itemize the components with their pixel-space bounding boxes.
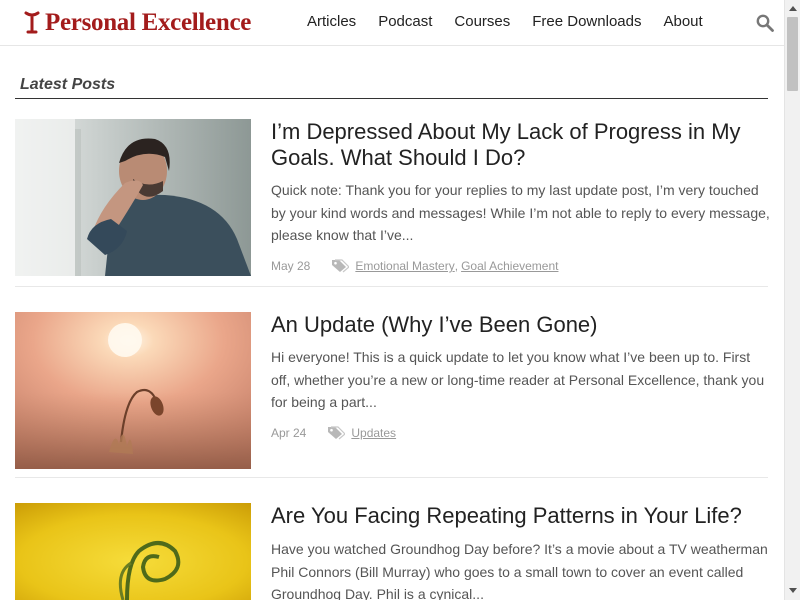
post-card: An Update (Why I’ve Been Gone) Hi everyo… — [15, 312, 768, 469]
logo-mark-icon — [24, 11, 40, 34]
post-divider — [15, 286, 768, 287]
category-link[interactable]: Updates — [351, 426, 396, 440]
post-divider — [15, 477, 768, 478]
nav-podcast[interactable]: Podcast — [378, 13, 432, 31]
main-nav: Articles Podcast Courses Free Downloads … — [296, 13, 714, 31]
search-icon[interactable] — [756, 14, 774, 32]
post-date: Apr 24 — [271, 426, 307, 440]
nav-articles[interactable]: Articles — [307, 13, 356, 31]
post-excerpt: Hi everyone! This is a quick update to l… — [271, 349, 765, 410]
post-title-link[interactable]: Are You Facing Repeating Patterns in You… — [271, 503, 768, 529]
tag-icon — [328, 426, 346, 440]
scroll-up-arrow-icon[interactable] — [789, 6, 797, 11]
category-link[interactable]: Emotional Mastery — [355, 259, 454, 273]
page-scrollbar[interactable] — [784, 0, 800, 600]
post-title-link[interactable]: An Update (Why I’ve Been Gone) — [271, 312, 768, 338]
site-header: Personal Excellence Articles Podcast Cou… — [0, 0, 784, 46]
nav-about[interactable]: About — [663, 13, 702, 31]
site-name: Personal Excellence — [45, 9, 252, 36]
post-title-link[interactable]: I’m Depressed About My Lack of Progress … — [271, 119, 768, 171]
scroll-thumb[interactable] — [787, 17, 798, 91]
post-excerpt: Have you watched Groundhog Day before? I… — [271, 541, 768, 600]
scroll-down-arrow-icon[interactable] — [789, 588, 797, 593]
post-card: Are You Facing Repeating Patterns in You… — [15, 503, 768, 600]
post-card: I’m Depressed About My Lack of Progress … — [15, 119, 770, 277]
site-logo[interactable]: Personal Excellence — [24, 9, 251, 37]
tag-icon — [332, 259, 350, 273]
post-excerpt: Quick note: Thank you for your replies t… — [271, 182, 770, 243]
category-link[interactable]: Goal Achievement — [461, 259, 558, 273]
nav-courses[interactable]: Courses — [454, 13, 510, 31]
nav-free-downloads[interactable]: Free Downloads — [532, 13, 641, 31]
post-meta: Apr 24 Updates — [271, 426, 396, 440]
post-date: May 28 — [271, 259, 311, 273]
post-meta: May 28 Emotional Mastery, Goal Achieveme… — [271, 259, 558, 273]
section-heading: Latest Posts — [15, 74, 768, 99]
section-title: Latest Posts — [20, 76, 116, 93]
post-thumbnail[interactable] — [15, 312, 251, 469]
post-thumbnail[interactable] — [15, 503, 251, 600]
post-thumbnail[interactable] — [15, 119, 251, 276]
category-separator: , — [454, 259, 459, 273]
